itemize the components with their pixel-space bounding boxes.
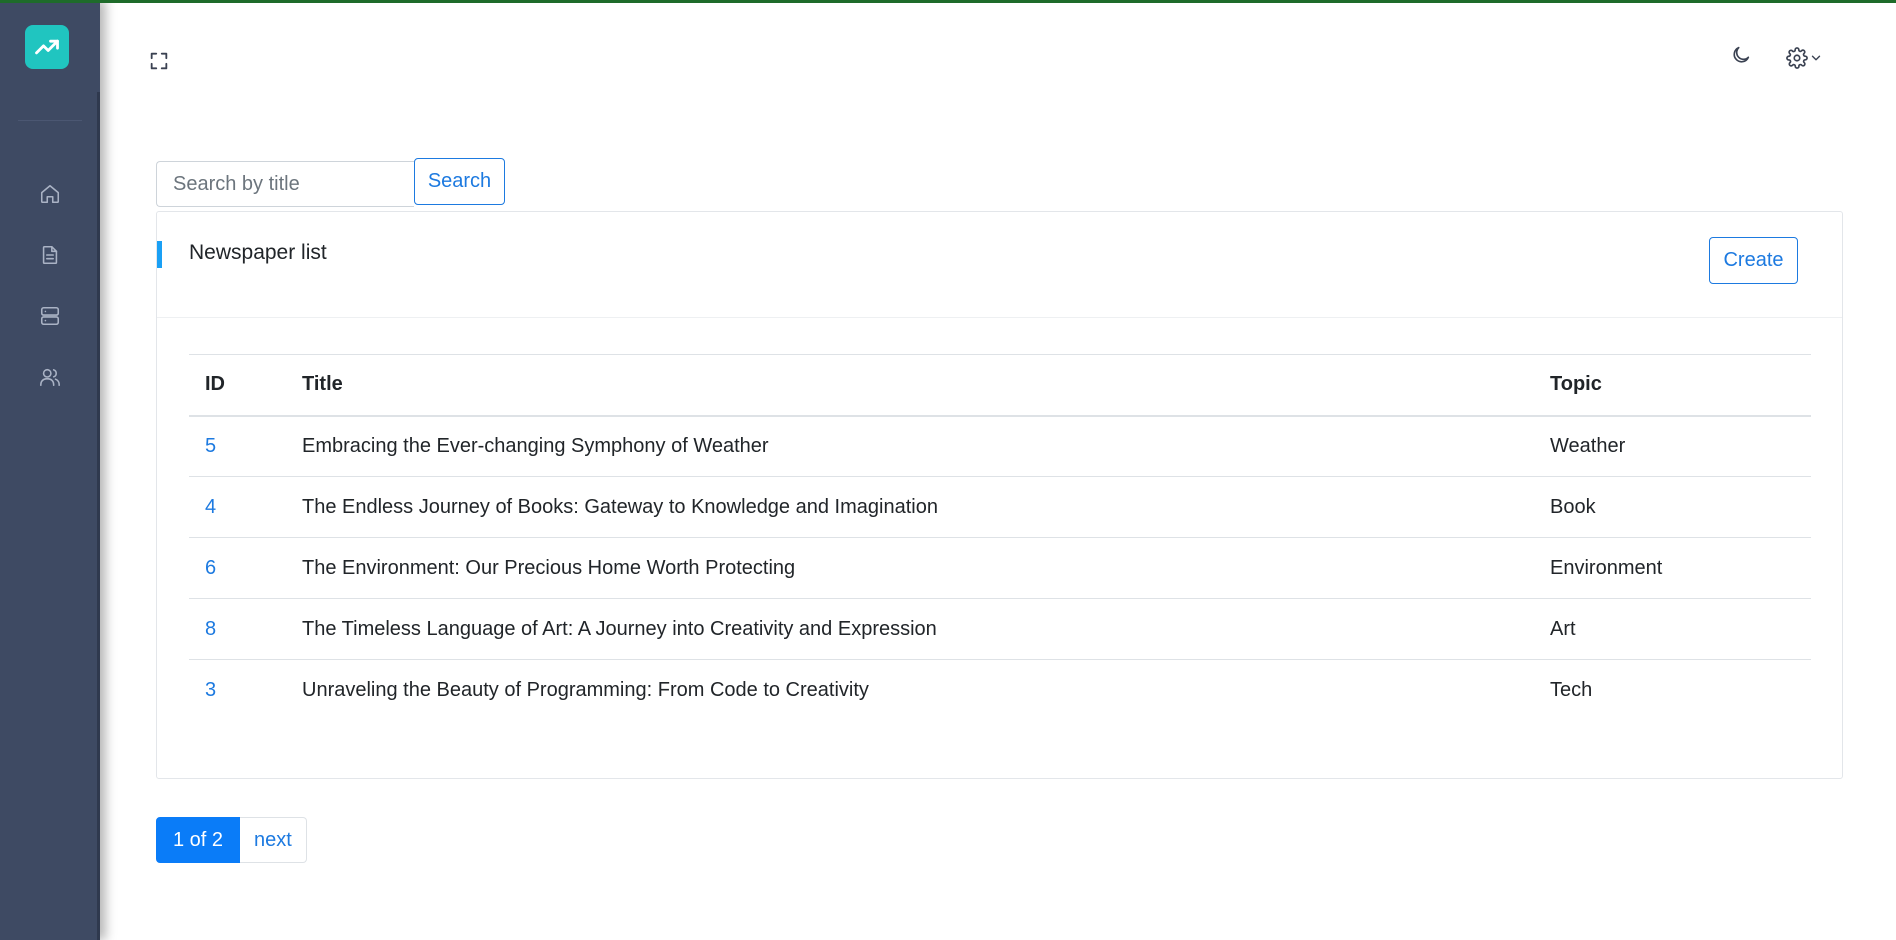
row-id-link[interactable]: 4	[205, 496, 216, 518]
search-button[interactable]: Search	[414, 158, 505, 205]
search-input[interactable]	[156, 161, 414, 207]
app-logo[interactable]	[25, 25, 69, 69]
newspaper-list-card: Newspaper list Create ID Title Topic 5 E…	[156, 211, 1843, 779]
pagination: 1 of 2 next	[156, 817, 307, 863]
row-topic: Environment	[1550, 556, 1663, 579]
column-header-id[interactable]: ID	[189, 355, 286, 416]
table-row: 3 Unraveling the Beauty of Programming: …	[189, 660, 1811, 721]
home-icon	[40, 184, 60, 204]
server-icon	[40, 306, 60, 326]
row-id-link[interactable]: 5	[205, 435, 216, 457]
moon-icon	[1733, 46, 1750, 63]
theme-toggle-button[interactable]	[1730, 44, 1758, 72]
sidebar-item-users[interactable]	[36, 363, 64, 391]
table-row: 5 Embracing the Ever-changing Symphony o…	[189, 416, 1811, 477]
column-header-topic[interactable]: Topic	[1534, 355, 1811, 416]
gear-icon	[1786, 47, 1808, 69]
sidebar	[0, 0, 100, 940]
top-progress-line	[0, 0, 1896, 3]
sidebar-item-servers[interactable]	[36, 302, 64, 330]
row-topic: Book	[1550, 495, 1596, 518]
pagination-current-page: 1 of 2	[156, 817, 241, 863]
create-button[interactable]: Create	[1709, 237, 1798, 284]
users-icon	[40, 368, 60, 387]
row-topic: Art	[1550, 617, 1576, 640]
table-header-row: ID Title Topic	[189, 354, 1811, 416]
row-title: Embracing the Ever-changing Symphony of …	[302, 434, 769, 457]
settings-dropdown[interactable]	[1786, 44, 1830, 72]
column-header-title[interactable]: Title	[286, 355, 1534, 416]
row-id-link[interactable]: 8	[205, 618, 216, 640]
table-row: 4 The Endless Journey of Books: Gateway …	[189, 477, 1811, 538]
card-header: Newspaper list Create	[157, 212, 1842, 318]
title-accent-bar	[157, 241, 162, 268]
document-icon	[42, 245, 58, 265]
fullscreen-button[interactable]	[148, 50, 174, 76]
row-id-link[interactable]: 3	[205, 679, 216, 701]
pagination-next-button[interactable]: next	[240, 817, 307, 863]
row-id-link[interactable]: 6	[205, 557, 216, 579]
chevron-down-icon	[1811, 55, 1821, 61]
row-title: The Environment: Our Precious Home Worth…	[302, 556, 796, 579]
card-title: Newspaper list	[189, 241, 327, 264]
table-row: 6 The Environment: Our Precious Home Wor…	[189, 538, 1811, 599]
fullscreen-icon	[150, 52, 168, 70]
row-topic: Tech	[1550, 678, 1593, 701]
row-title: Unraveling the Beauty of Programming: Fr…	[302, 678, 869, 701]
row-title: The Timeless Language of Art: A Journey …	[302, 617, 937, 640]
row-topic: Weather	[1550, 434, 1626, 457]
newspaper-table: ID Title Topic 5 Embracing the Ever-chan…	[189, 354, 1811, 721]
sidebar-item-documents[interactable]	[36, 241, 64, 269]
sidebar-item-home[interactable]	[36, 180, 64, 208]
row-title: The Endless Journey of Books: Gateway to…	[302, 495, 938, 518]
trending-up-icon	[35, 39, 59, 55]
table-row: 8 The Timeless Language of Art: A Journe…	[189, 599, 1811, 660]
sidebar-divider	[18, 120, 82, 121]
sidebar-scrollbar[interactable]	[97, 92, 100, 940]
